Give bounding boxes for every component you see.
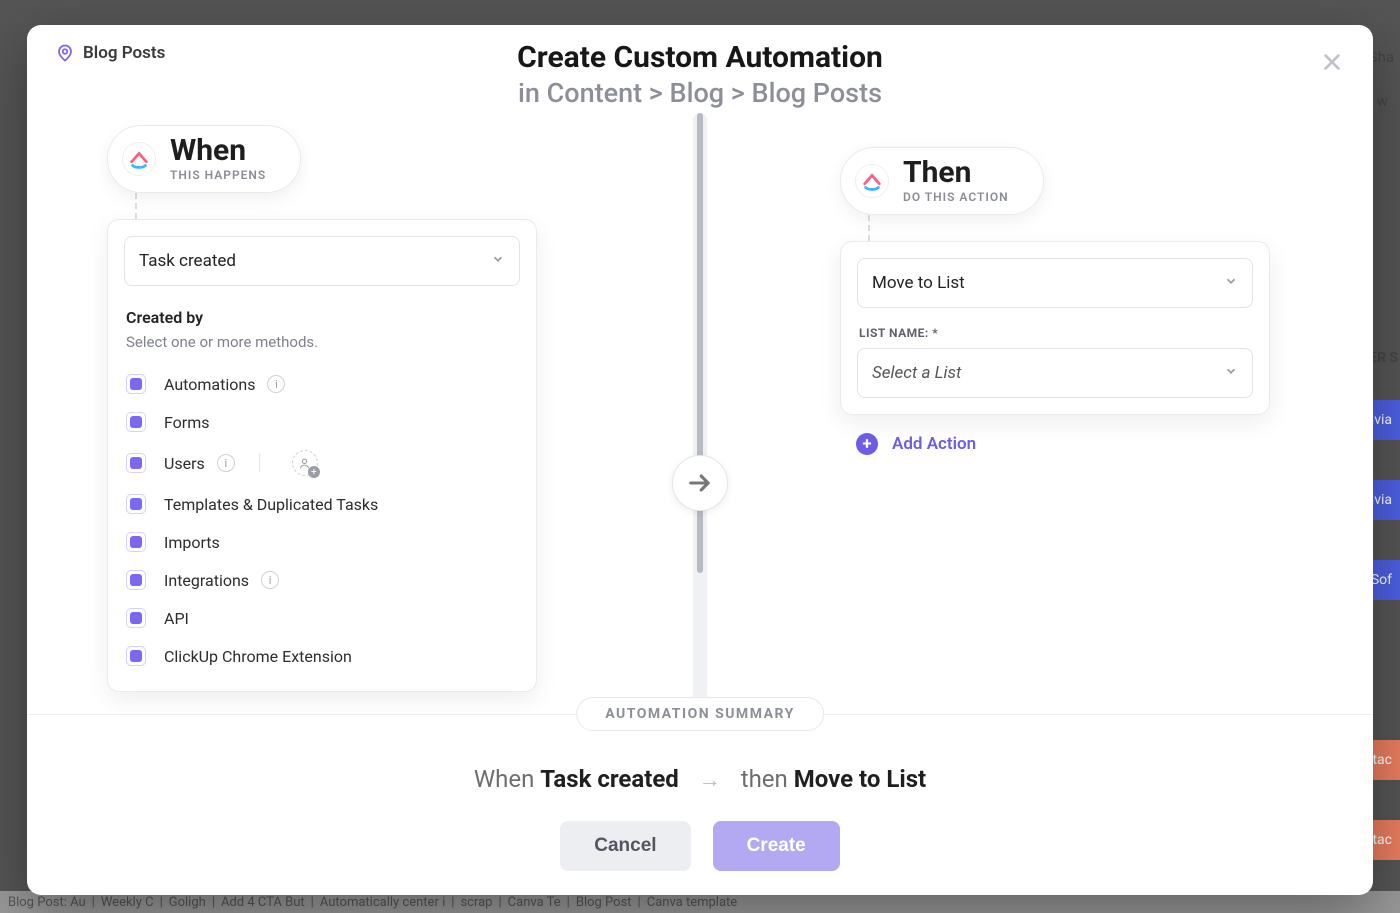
method-row[interactable]: Automations i <box>124 365 520 403</box>
chevron-down-icon <box>1224 363 1238 383</box>
list-select[interactable]: Select a List <box>857 348 1253 398</box>
then-connector <box>868 215 870 241</box>
method-label: Users <box>164 454 205 473</box>
method-label: Forms <box>164 413 210 432</box>
then-column: Then DO THIS ACTION Move to List LIST NA… <box>760 125 1313 714</box>
modal-title: Create Custom Automation <box>55 40 1345 75</box>
method-label: Automations <box>164 375 255 394</box>
summary-badge: AUTOMATION SUMMARY <box>576 697 824 731</box>
create-button[interactable]: Create <box>713 821 840 871</box>
arrow-right-icon: → <box>699 768 721 793</box>
then-pill: Then DO THIS ACTION <box>840 147 1044 215</box>
location-badge[interactable]: Blog Posts <box>55 43 165 63</box>
add-user-icon[interactable] <box>292 450 318 476</box>
center-divider <box>693 113 707 714</box>
modal-body: When THIS HAPPENS Task created Created b… <box>27 113 1373 714</box>
location-pin-icon <box>55 43 75 63</box>
flow-arrow-icon <box>672 455 728 511</box>
bg-ers: ER S <box>1369 350 1398 366</box>
summary-when-value: Task created <box>540 765 679 793</box>
automation-summary: When Task created → then Move to List <box>27 765 1373 793</box>
trigger-card: Task created Created by Select one or mo… <box>107 219 537 692</box>
add-action-label: Add Action <box>892 434 976 454</box>
plus-icon: + <box>856 433 878 455</box>
method-row[interactable]: API <box>124 599 520 637</box>
checkbox[interactable] <box>126 532 146 552</box>
add-action-button[interactable]: + Add Action <box>856 433 976 455</box>
checkbox[interactable] <box>126 570 146 590</box>
action-select[interactable]: Move to List <box>857 258 1253 308</box>
checkbox[interactable] <box>126 374 146 394</box>
created-by-methods: AutomationsiFormsUsersiTemplates & Dupli… <box>124 365 520 675</box>
method-row[interactable]: Integrations i <box>124 561 520 599</box>
automation-modal: Blog Posts Create Custom Automation in C… <box>27 25 1373 895</box>
chevron-down-icon <box>1224 273 1238 293</box>
checkbox[interactable] <box>126 453 146 473</box>
when-column: When THIS HAPPENS Task created Created b… <box>87 125 580 714</box>
action-card: Move to List LIST NAME: * Select a List <box>840 241 1270 415</box>
list-name-label: LIST NAME: * <box>859 326 1251 340</box>
trigger-value: Task created <box>139 251 236 271</box>
method-row[interactable]: Usersi <box>124 441 520 485</box>
modal-footer: AUTOMATION SUMMARY When Task created → t… <box>27 714 1373 895</box>
checkbox[interactable] <box>126 494 146 514</box>
summary-then-value: Move to List <box>794 765 926 793</box>
method-label: Templates & Duplicated Tasks <box>164 495 378 514</box>
location-text: Blog Posts <box>83 43 165 63</box>
cancel-button[interactable]: Cancel <box>560 821 690 871</box>
checkbox[interactable] <box>126 608 146 628</box>
when-pill: When THIS HAPPENS <box>107 125 301 193</box>
clickup-logo-icon <box>855 164 889 198</box>
summary-when-prefix: When <box>474 765 535 793</box>
method-label: Imports <box>164 533 220 552</box>
method-row[interactable]: Forms <box>124 403 520 441</box>
method-label: API <box>164 609 189 628</box>
then-subheading: DO THIS ACTION <box>903 190 1009 204</box>
action-value: Move to List <box>872 273 965 293</box>
trigger-select[interactable]: Task created <box>124 236 520 286</box>
info-icon[interactable]: i <box>267 375 285 393</box>
list-placeholder: Select a List <box>872 363 961 383</box>
chevron-down-icon <box>491 251 505 271</box>
separator <box>259 454 260 472</box>
close-button[interactable] <box>1319 49 1345 75</box>
then-heading: Then <box>903 158 1009 188</box>
created-by-label: Created by <box>126 308 518 327</box>
modal-header: Blog Posts Create Custom Automation in C… <box>27 25 1373 113</box>
method-row[interactable]: ClickUp Chrome Extension <box>124 637 520 675</box>
method-row[interactable]: Templates & Duplicated Tasks <box>124 485 520 523</box>
method-row[interactable]: Imports <box>124 523 520 561</box>
when-subheading: THIS HAPPENS <box>170 168 266 182</box>
info-icon[interactable]: i <box>261 571 279 589</box>
summary-then-prefix: then <box>741 765 788 793</box>
bg-w: w <box>1377 92 1388 110</box>
when-connector <box>135 193 137 219</box>
checkbox[interactable] <box>126 646 146 666</box>
method-label: Integrations <box>164 571 249 590</box>
created-by-hint: Select one or more methods. <box>126 333 518 351</box>
checkbox[interactable] <box>126 412 146 432</box>
modal-breadcrumb: in Content > Blog > Blog Posts <box>55 77 1345 109</box>
info-icon[interactable]: i <box>217 454 235 472</box>
when-heading: When <box>170 136 266 166</box>
method-label: ClickUp Chrome Extension <box>164 647 352 666</box>
clickup-logo-icon <box>122 142 156 176</box>
